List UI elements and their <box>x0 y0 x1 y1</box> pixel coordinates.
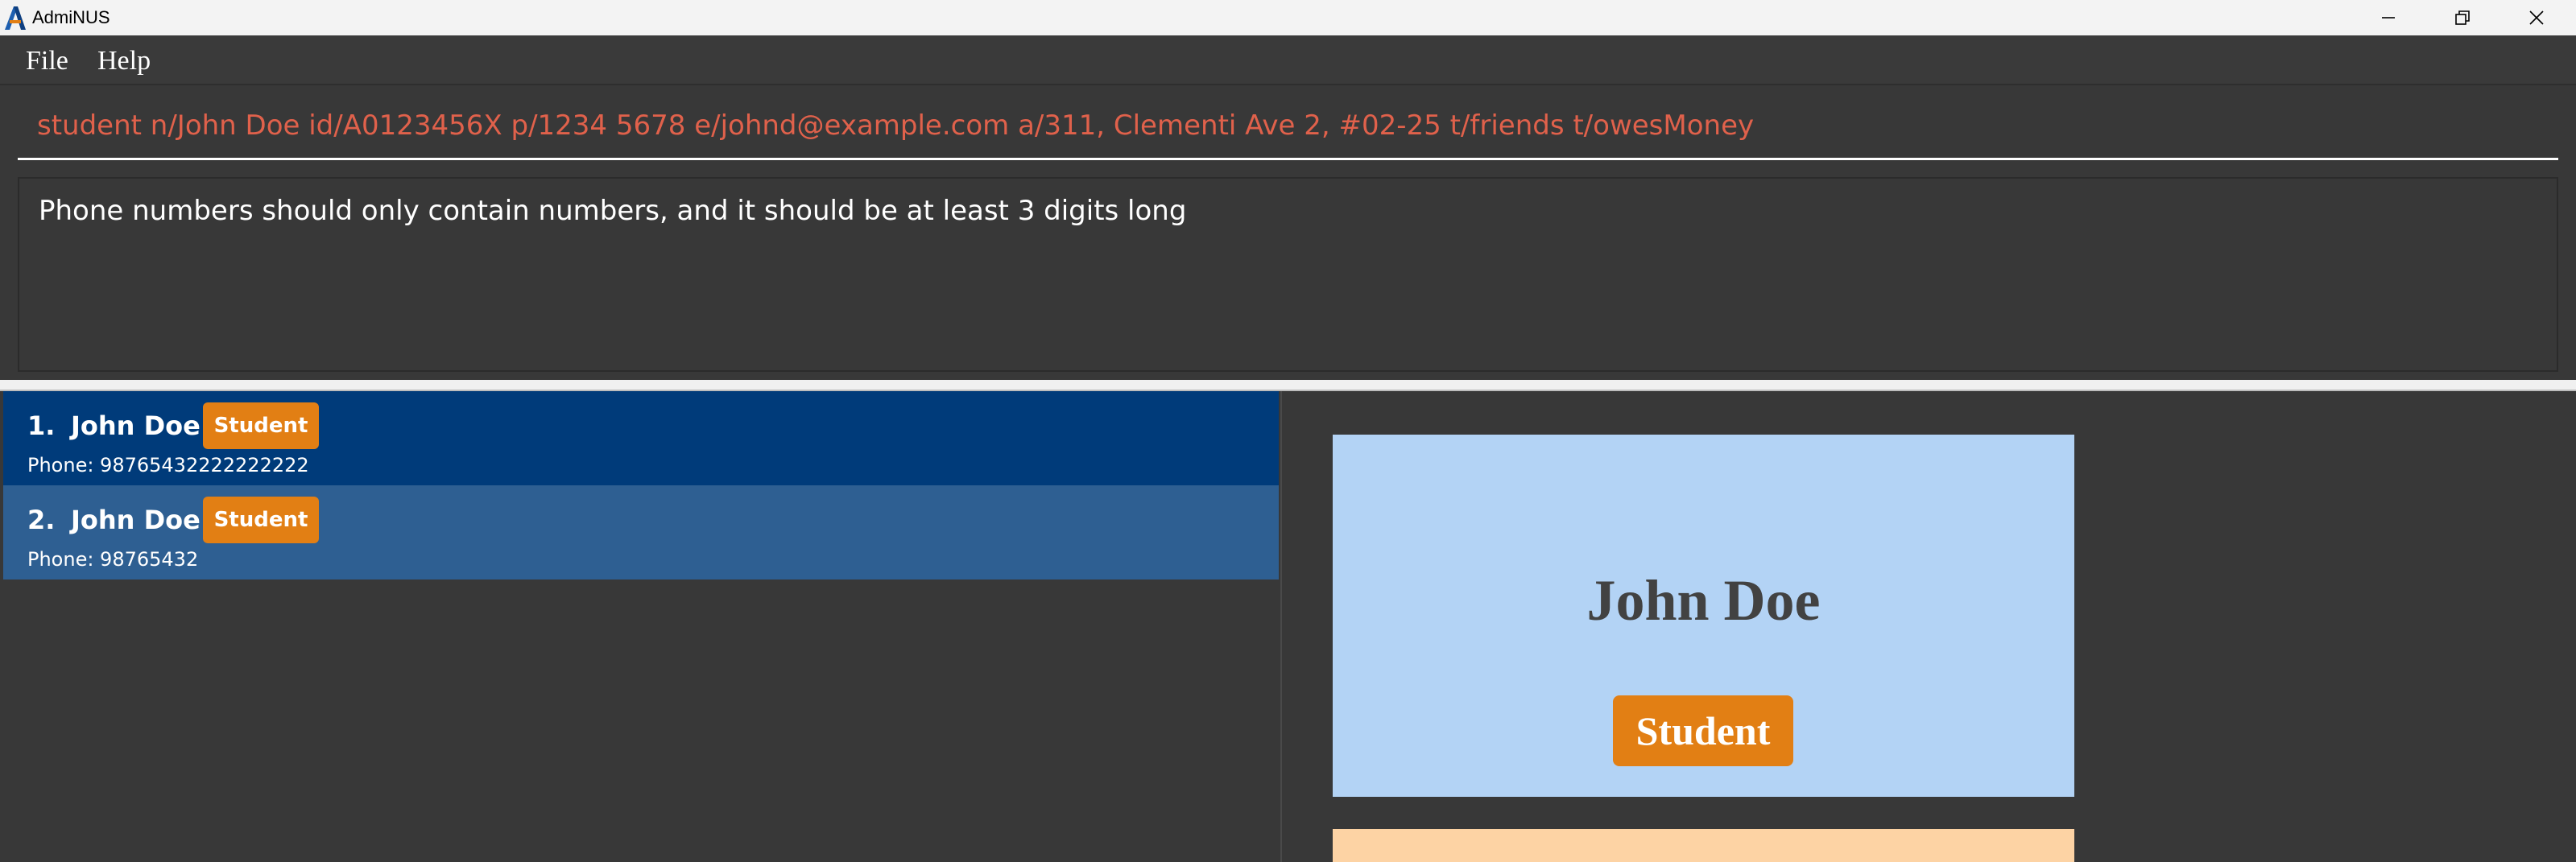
person-tag: Student <box>203 402 319 449</box>
restore-icon <box>2455 10 2470 25</box>
person-index: 1. <box>27 410 56 441</box>
profile-tag: Student <box>1613 695 1793 766</box>
person-phone: Phone: 98765432 <box>27 548 199 571</box>
person-card-1[interactable]: 1. John Doe Student Phone: 9876543222222… <box>3 391 1279 485</box>
detail-panel: John Doe Student <box>1282 391 2576 862</box>
split-divider[interactable] <box>0 380 2576 391</box>
minimize-button[interactable] <box>2351 0 2425 35</box>
person-phone: Phone: 98765432222222222 <box>27 454 309 476</box>
person-index: 2. <box>27 505 56 535</box>
result-message: Phone numbers should only contain number… <box>39 195 1187 227</box>
menu-bar: File Help <box>0 35 2576 85</box>
info-card <box>1333 829 2074 862</box>
profile-name: John Doe <box>1586 568 1821 633</box>
title-bar: AdmiNUS <box>0 0 2576 35</box>
person-name: John Doe <box>71 410 201 441</box>
profile-card: John Doe Student <box>1333 435 2074 797</box>
result-display[interactable]: Phone numbers should only contain number… <box>18 177 2558 372</box>
close-icon <box>2529 10 2544 25</box>
restore-button[interactable] <box>2425 0 2500 35</box>
close-button[interactable] <box>2500 0 2574 35</box>
command-input[interactable]: student n/John Doe id/A0123456X p/1234 5… <box>18 95 2558 160</box>
app-logo-icon <box>5 6 26 30</box>
minimize-icon <box>2382 17 2395 19</box>
person-list: 1. John Doe Student Phone: 9876543222222… <box>0 391 1282 862</box>
menu-help[interactable]: Help <box>97 45 151 77</box>
menu-file[interactable]: File <box>26 45 68 77</box>
person-name: John Doe <box>71 505 201 535</box>
command-text[interactable]: student n/John Doe id/A0123456X p/1234 5… <box>37 109 1754 142</box>
window-title: AdmiNUS <box>32 7 110 27</box>
person-card-2[interactable]: 2. John Doe Student Phone: 98765432 <box>3 485 1279 579</box>
person-tag: Student <box>203 497 319 543</box>
